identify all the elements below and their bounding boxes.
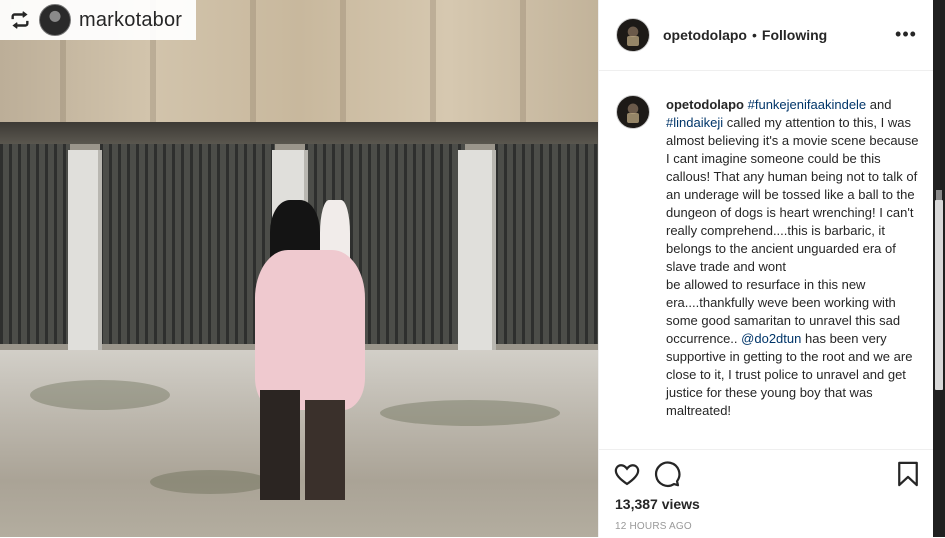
- post-timestamp[interactable]: 12 HOURS AGO: [615, 521, 692, 532]
- following-button[interactable]: Following: [762, 27, 827, 43]
- repost-avatar[interactable]: [39, 4, 71, 36]
- bookmark-icon[interactable]: [894, 460, 922, 488]
- caption-text: and: [869, 97, 892, 112]
- post-header: opetodolapo • Following •••: [599, 0, 934, 71]
- hashtag-link[interactable]: #funkejenifaakindele: [748, 97, 867, 112]
- post-actions: 13,387 views 12 HOURS AGO: [599, 449, 934, 538]
- more-options-icon[interactable]: •••: [894, 24, 918, 44]
- comment-icon[interactable]: [653, 460, 681, 488]
- caption-username[interactable]: opetodolapo: [666, 97, 744, 112]
- author-avatar[interactable]: [616, 18, 650, 52]
- post-panel: opetodolapo • Following ••• opetodolapo #f…: [598, 0, 934, 537]
- scrollbar-thumb[interactable]: [935, 200, 943, 390]
- caption-text: called my attention to this, I was almos…: [666, 115, 919, 274]
- video-figure: [240, 190, 390, 520]
- header-line: opetodolapo • Following: [663, 27, 827, 43]
- comments-scroll[interactable]: opetodolapo #funkejenifaakindele and #li…: [599, 71, 934, 449]
- view-count[interactable]: 13,387 views: [615, 496, 700, 512]
- heart-icon[interactable]: [613, 460, 641, 488]
- mention-link[interactable]: @do2dtun: [741, 331, 801, 346]
- header-separator: •: [752, 27, 757, 43]
- post-caption: opetodolapo #funkejenifaakindele and #li…: [666, 96, 924, 420]
- repost-icon: [11, 11, 29, 29]
- caption-avatar[interactable]: [616, 95, 650, 129]
- author-username[interactable]: opetodolapo: [663, 27, 747, 43]
- repost-username[interactable]: markotabor: [79, 9, 182, 32]
- scrollbar[interactable]: [933, 0, 945, 537]
- hashtag-link[interactable]: #lindaikeji: [666, 115, 723, 130]
- repost-banner[interactable]: markotabor: [0, 0, 196, 40]
- post-video[interactable]: markotabor: [0, 0, 598, 537]
